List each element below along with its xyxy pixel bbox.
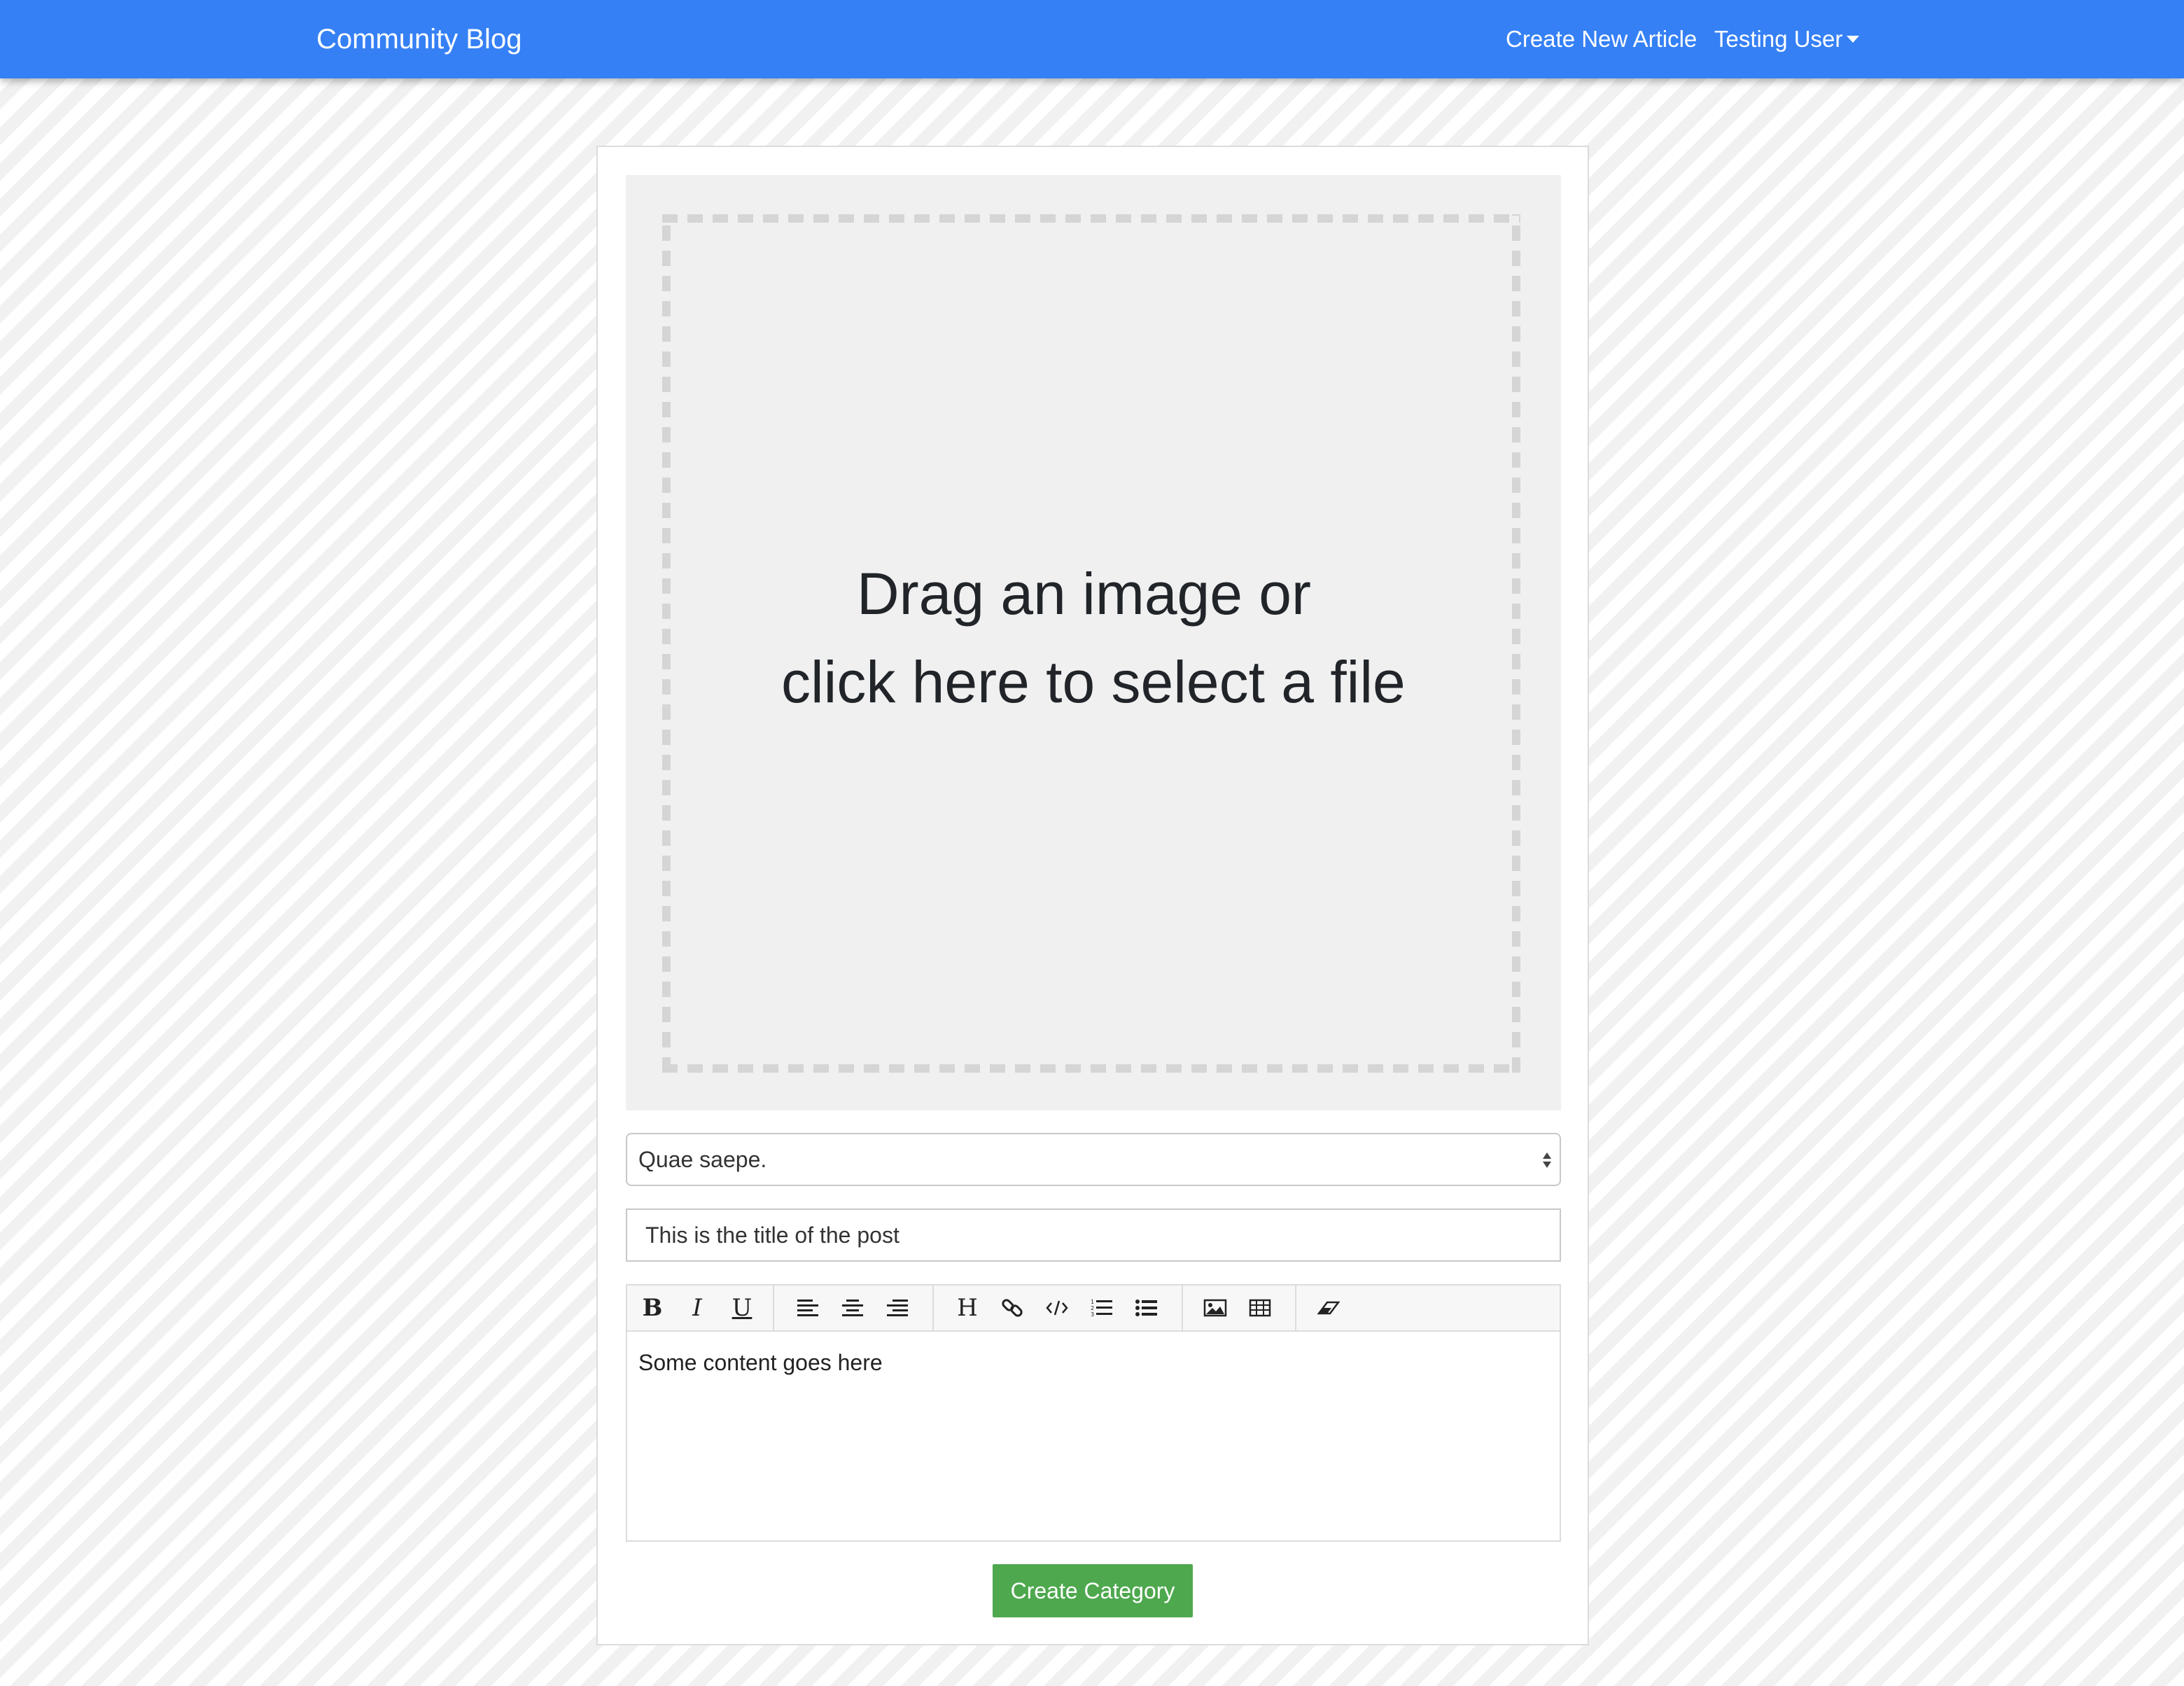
align-right-icon[interactable] xyxy=(881,1291,914,1325)
user-menu-dropdown[interactable]: Testing User xyxy=(1714,0,1860,78)
align-center-icon[interactable] xyxy=(836,1291,869,1325)
rich-text-editor: B I U H 123 Some content goes here xyxy=(626,1284,1561,1542)
unordered-list-icon[interactable] xyxy=(1130,1291,1163,1325)
create-category-button[interactable]: Create Category xyxy=(993,1564,1193,1617)
align-left-icon[interactable] xyxy=(791,1291,825,1325)
toolbar-divider xyxy=(932,1286,934,1330)
ordered-list-icon[interactable]: 123 xyxy=(1085,1291,1119,1325)
user-menu-label: Testing User xyxy=(1714,26,1843,52)
dropzone-text-line2: click here to select a file xyxy=(781,649,1406,715)
table-icon[interactable] xyxy=(1243,1291,1277,1325)
category-select[interactable]: Quae saepe. xyxy=(626,1133,1561,1186)
underline-icon[interactable]: U xyxy=(725,1291,759,1325)
bold-icon[interactable]: B xyxy=(636,1291,669,1325)
toolbar-divider xyxy=(1295,1286,1296,1330)
link-icon[interactable] xyxy=(995,1291,1029,1325)
caret-down-icon xyxy=(1847,36,1860,43)
eraser-icon[interactable] xyxy=(1312,1291,1345,1325)
toolbar-divider xyxy=(773,1286,774,1330)
code-icon[interactable] xyxy=(1040,1291,1074,1325)
italic-icon[interactable]: I xyxy=(680,1291,714,1325)
editor-content-area[interactable]: Some content goes here xyxy=(638,1350,883,1376)
post-title-input[interactable]: This is the title of the post xyxy=(626,1208,1561,1262)
image-dropzone[interactable] xyxy=(626,175,1561,1110)
dropzone-dashed-border xyxy=(662,214,1520,1073)
create-new-article-link[interactable]: Create New Article xyxy=(1506,0,1697,78)
heading-icon[interactable]: H xyxy=(951,1291,984,1325)
svg-text:2: 2 xyxy=(1091,1305,1094,1311)
navbar: Community Blog Create New Article Testin… xyxy=(0,0,2184,78)
select-arrows-icon xyxy=(1543,1152,1551,1168)
editor-toolbar: B I U H 123 xyxy=(627,1286,1560,1332)
svg-text:3: 3 xyxy=(1091,1311,1094,1318)
dropzone-text-line1: Drag an image or xyxy=(857,561,1311,627)
brand-link[interactable]: Community Blog xyxy=(316,0,522,78)
image-icon[interactable] xyxy=(1198,1291,1232,1325)
toolbar-divider xyxy=(1182,1286,1183,1330)
post-title-value: This is the title of the post xyxy=(645,1222,899,1248)
category-select-value: Quae saepe. xyxy=(638,1147,767,1172)
svg-text:1: 1 xyxy=(1091,1299,1094,1305)
